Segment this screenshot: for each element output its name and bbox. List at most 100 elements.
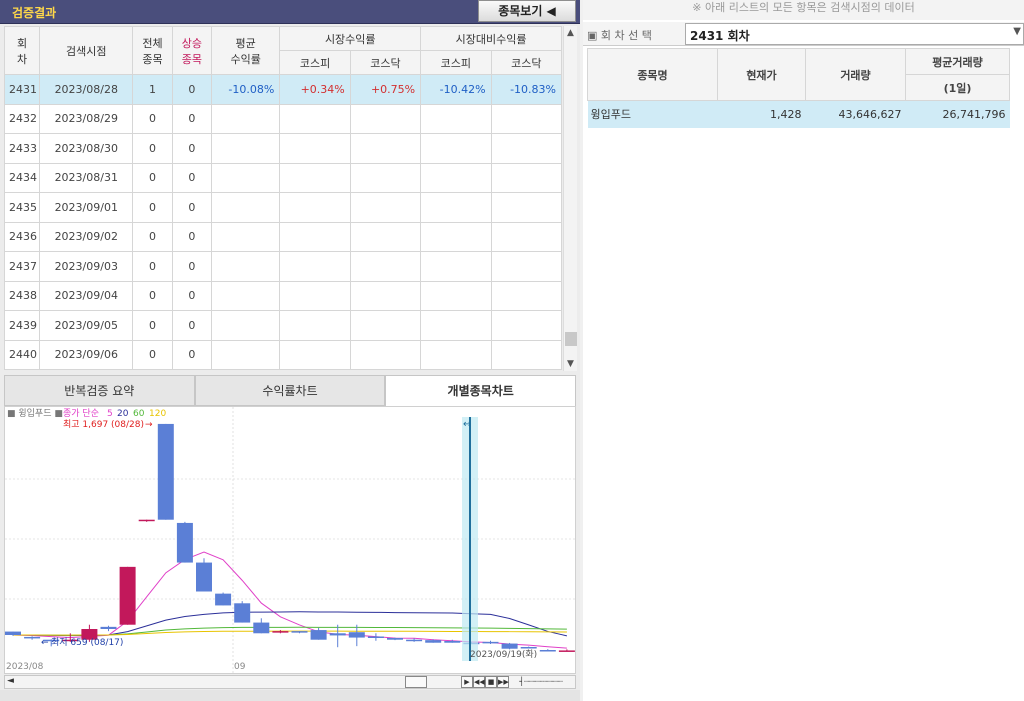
candle[interactable] [291,631,308,633]
candle[interactable] [234,603,251,623]
table-row[interactable]: 2438 2023/09/04 0 0 [3,280,563,311]
zoom-slider[interactable]: ┤┈┈┈┈┈┈┈┈ [511,676,571,688]
scroll-down-icon[interactable]: ▼ [567,359,574,369]
candle[interactable] [5,631,21,635]
candle[interactable] [24,636,41,639]
table-row[interactable]: 2437 2023/09/03 0 0 [3,251,563,282]
cell-date: 2023/09/04 [39,280,134,311]
cell-date: 2023/08/31 [39,162,134,193]
col-market-kosdaq[interactable]: 코스닥 [349,50,422,75]
candle[interactable] [425,640,442,643]
play-icon[interactable]: ▶ [461,676,473,688]
cell-round: 2431 [3,74,41,105]
table-row[interactable]: 2434 2023/08/31 0 0 [3,162,563,193]
candle[interactable] [119,566,136,625]
candle[interactable] [310,630,327,640]
left-panel: 검증결과 종목보기 ◀ 회 차 검색시점 전체 종목 상승 종목 평균 수익률 … [0,0,580,701]
col-round[interactable]: 회 차 [3,26,41,75]
cell-date: 2023/08/28 [39,74,134,105]
table-row[interactable]: 2432 2023/08/29 0 0 [3,103,563,134]
col-total[interactable]: 전체 종목 [132,26,173,75]
candle[interactable] [157,423,174,520]
candle[interactable] [367,636,384,639]
candle[interactable] [176,522,193,563]
legend-ma120: 120 [149,409,166,419]
table-row[interactable]: 2439 2023/09/05 0 0 [3,310,563,341]
col-price[interactable]: 현재가 [717,48,806,101]
col-volume[interactable]: 거래량 [805,48,906,101]
cell-r-kosdaq [490,103,563,134]
cell-avg [211,280,281,311]
tab-summary[interactable]: 반복검증 요약 [4,375,195,406]
cell-m-kospi [279,339,351,370]
col-relative-kosdaq[interactable]: 코스닥 [490,50,563,75]
stock-name: 윙입푸드 [587,100,718,128]
table-scrollbar[interactable]: ▲ ▼ [563,26,577,371]
col-avg-return[interactable]: 평균 수익률 [211,26,281,75]
tab-stock-chart[interactable]: 개별종목차트 [385,375,577,406]
tab-return-chart[interactable]: 수익률차트 [194,375,386,406]
candle[interactable] [348,632,365,638]
fast-forward-icon[interactable]: ▶▶ [497,676,509,688]
chevron-down-icon[interactable]: ▼ [1013,26,1021,37]
cell-date: 2023/09/02 [39,221,134,252]
cell-total: 0 [132,280,173,311]
x-axis-label-left: 2023/08 [6,662,44,672]
x-axis-label-mid: 09 [234,662,246,672]
cell-round: 2437 [3,251,41,282]
cell-r-kosdaq [490,280,563,311]
scroll-up-icon[interactable]: ▲ [567,28,574,38]
col-rising[interactable]: 상승 종목 [171,26,213,75]
cell-m-kosdaq [349,310,422,341]
candle[interactable] [138,519,155,522]
stock-row[interactable]: 윙입푸드 1,428 43,646,627 26,741,796 [587,100,1010,128]
col-search-date[interactable]: 검색시점 [39,26,134,75]
candle[interactable] [196,562,212,592]
cell-total: 0 [132,192,173,223]
candle[interactable] [482,641,499,644]
cell-rising: 0 [171,310,213,341]
table-row[interactable]: 2435 2023/09/01 0 0 [3,192,563,223]
candle[interactable] [558,650,575,652]
high-arrow-icon: → [145,420,153,430]
candle[interactable] [329,633,346,636]
candle[interactable] [272,631,289,633]
cell-r-kospi [420,251,492,282]
candle[interactable] [215,593,232,606]
col-avg-volume[interactable]: 평균거래량 [905,48,1010,75]
low-annotation: 최저 659 (08/17) [51,637,123,648]
cursor-handle-icon[interactable]: ↔ [463,419,471,430]
stock-chart[interactable]: ↔ ■ 윙입푸드 ■ 종가 단순 5 20 60 120 최고 1,697 (0… [4,406,576,674]
candle[interactable] [387,638,403,640]
chart-scrollbar[interactable]: ◄ ▶ ◀◀ ■ ▶▶ ┤┈┈┈┈┈┈┈┈ [4,675,576,689]
col-name[interactable]: 종목명 [587,48,718,101]
cell-rising: 0 [171,251,213,282]
col-market-kospi[interactable]: 코스피 [279,50,351,75]
cell-m-kosdaq [349,103,422,134]
candle[interactable] [501,643,518,649]
table-row[interactable]: 2431 2023/08/28 1 0 -10.08% +0.34% +0.75% -10.4… [3,74,563,105]
chart-canvas[interactable]: ↔ ■ 윙입푸드 ■ 종가 단순 5 20 60 120 최고 1,697 (0… [5,407,575,673]
cell-rising: 0 [171,103,213,134]
candle[interactable] [539,650,556,652]
cell-m-kosdaq [349,280,422,311]
round-select-bar: ▣ 회 차 선 택 2431 회차 ▼ [583,22,1024,46]
candle[interactable] [406,639,423,642]
candle[interactable] [444,641,461,643]
table-row[interactable]: 2433 2023/08/30 0 0 [3,133,563,164]
cell-round: 2436 [3,221,41,252]
stop-icon[interactable]: ■ [485,676,497,688]
scroll-left-icon[interactable]: ◄ [7,676,14,686]
table-row[interactable]: 2440 2023/09/06 0 0 [3,339,563,370]
candle[interactable] [520,647,537,649]
round-select-dropdown[interactable]: 2431 회차 ▼ [685,23,1024,45]
col-relative-kospi[interactable]: 코스피 [420,50,492,75]
candle[interactable] [100,626,117,629]
rewind-icon[interactable]: ◀◀ [473,676,485,688]
view-stock-button[interactable]: 종목보기 ◀ [478,0,576,22]
table-row[interactable]: 2436 2023/09/02 0 0 [3,221,563,252]
scroll-thumb[interactable] [565,332,577,346]
scroll-thumb-h[interactable] [405,676,427,688]
legend-ma-label: 종가 단순 [63,408,99,419]
candle[interactable] [253,622,270,634]
